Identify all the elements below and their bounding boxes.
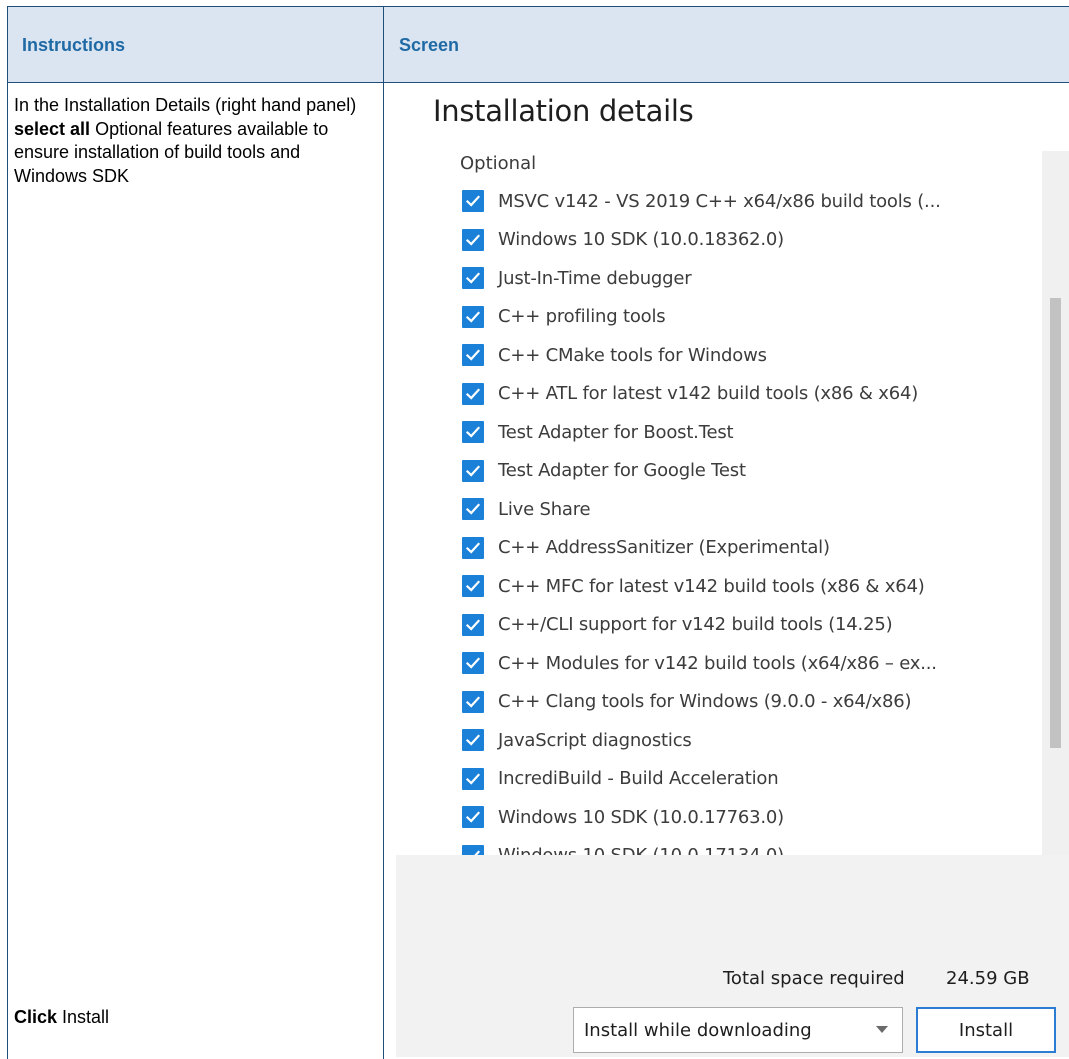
instruction-click-bold: Click bbox=[14, 1007, 58, 1027]
optional-feature-label: C++ Clang tools for Windows (9.0.0 - x64… bbox=[498, 691, 912, 712]
install-mode-label: Install while downloading bbox=[584, 1019, 812, 1041]
optional-feature-label: Windows 10 SDK (10.0.17763.0) bbox=[498, 806, 784, 828]
checkmark-icon[interactable] bbox=[462, 305, 484, 328]
total-space-value: 24.59 GB bbox=[946, 968, 1030, 989]
install-button[interactable]: Install bbox=[916, 1007, 1056, 1053]
optional-feature-label: Windows 10 SDK (10.0.18362.0) bbox=[498, 229, 784, 250]
instruction-step-select-all: In the Installation Details (right hand … bbox=[14, 94, 366, 188]
header-instructions: Instructions bbox=[22, 34, 126, 55]
optional-feature-label: C++ profiling tools bbox=[498, 306, 666, 327]
optional-feature-item[interactable]: IncrediBuild - Build Acceleration bbox=[462, 760, 1042, 798]
checkmark-icon[interactable] bbox=[462, 190, 484, 212]
install-mode-dropdown[interactable]: Install while downloading bbox=[573, 1007, 903, 1053]
checkmark-icon[interactable] bbox=[462, 844, 484, 855]
checkmark-icon[interactable] bbox=[462, 806, 484, 828]
optional-feature-label: C++ CMake tools for Windows bbox=[498, 344, 767, 366]
optional-feature-item[interactable]: JavaScript diagnostics bbox=[462, 721, 1042, 759]
optional-feature-item[interactable]: MSVC v142 - VS 2019 C++ x64/x86 build to… bbox=[462, 182, 1042, 220]
checkmark-icon[interactable] bbox=[462, 613, 484, 636]
optional-feature-item[interactable]: C++ AddressSanitizer (Experimental) bbox=[462, 529, 1042, 567]
optional-feature-item[interactable]: C++ Clang tools for Windows (9.0.0 - x64… bbox=[462, 683, 1042, 721]
optional-feature-item[interactable]: Windows 10 SDK (10.0.18362.0) bbox=[462, 221, 1042, 259]
optional-feature-item[interactable]: Test Adapter for Boost.Test bbox=[462, 413, 1042, 451]
column-divider bbox=[383, 7, 384, 1059]
optional-feature-label: Just-In-Time debugger bbox=[498, 267, 692, 289]
optional-feature-item[interactable]: C++ CMake tools for Windows bbox=[462, 336, 1042, 374]
optional-features-list: Optional MSVC v142 - VS 2019 C++ x64/x86… bbox=[396, 150, 1069, 855]
optional-feature-item[interactable]: Windows 10 SDK (10.0.17134.0) bbox=[462, 837, 1042, 855]
optional-feature-item[interactable]: Just-In-Time debugger bbox=[462, 259, 1042, 297]
checkmark-icon[interactable] bbox=[462, 267, 484, 289]
optional-feature-label: MSVC v142 - VS 2019 C++ x64/x86 build to… bbox=[498, 190, 941, 212]
checkmark-icon[interactable] bbox=[462, 228, 484, 251]
checkmark-icon[interactable] bbox=[462, 575, 484, 597]
optional-feature-label: Windows 10 SDK (10.0.17134.0) bbox=[498, 845, 784, 855]
checkmark-icon[interactable] bbox=[462, 536, 484, 559]
checkmark-icon[interactable] bbox=[462, 652, 484, 674]
page-title: Installation details bbox=[433, 94, 694, 128]
instruction-click-text: Install bbox=[57, 1007, 110, 1027]
optional-feature-label: C++ AddressSanitizer (Experimental) bbox=[498, 537, 830, 558]
instruction-text-bold: select all bbox=[14, 118, 91, 139]
optional-feature-item[interactable]: C++ MFC for latest v142 build tools (x86… bbox=[462, 567, 1042, 605]
table-header: Instructions Screen bbox=[8, 7, 1069, 83]
optional-feature-label: C++/CLI support for v142 build tools (14… bbox=[498, 614, 893, 635]
optional-feature-item[interactable]: C++ ATL for latest v142 build tools (x86… bbox=[462, 375, 1042, 413]
scrollbar-thumb[interactable] bbox=[1050, 298, 1061, 748]
section-label-optional: Optional bbox=[460, 153, 537, 174]
optional-feature-item[interactable]: Test Adapter for Google Test bbox=[462, 452, 1042, 490]
checkmark-icon[interactable] bbox=[462, 459, 484, 482]
optional-feature-label: Live Share bbox=[498, 498, 591, 520]
instruction-step-click-install: Click Install bbox=[14, 1006, 366, 1029]
checkmark-icon[interactable] bbox=[462, 498, 484, 520]
total-space-label: Total space required bbox=[723, 968, 905, 989]
installer-footer: Total space required 24.59 GB Install wh… bbox=[396, 855, 1069, 1057]
optional-feature-item[interactable]: C++/CLI support for v142 build tools (14… bbox=[462, 606, 1042, 644]
checkmark-icon[interactable] bbox=[462, 690, 484, 713]
optional-feature-label: C++ MFC for latest v142 build tools (x86… bbox=[498, 575, 925, 597]
optional-feature-label: C++ ATL for latest v142 build tools (x86… bbox=[498, 383, 919, 404]
header-screen: Screen bbox=[399, 34, 460, 55]
checkmark-icon[interactable] bbox=[462, 344, 484, 366]
checkmark-icon[interactable] bbox=[462, 729, 484, 751]
installer-screenshot: Installation details Optional MSVC v142 … bbox=[396, 90, 1069, 1057]
optional-feature-item[interactable]: C++ Modules for v142 build tools (x64/x8… bbox=[462, 644, 1042, 682]
instruction-text-pre: In the Installation Details (right hand … bbox=[14, 95, 357, 115]
optional-feature-label: Test Adapter for Boost.Test bbox=[498, 421, 734, 443]
optional-feature-item[interactable]: C++ profiling tools bbox=[462, 298, 1042, 336]
optional-feature-label: Test Adapter for Google Test bbox=[498, 460, 746, 481]
optional-feature-item[interactable]: Live Share bbox=[462, 490, 1042, 528]
checkmark-icon[interactable] bbox=[462, 421, 484, 443]
checkmark-icon[interactable] bbox=[462, 382, 484, 405]
checkmark-icon[interactable] bbox=[462, 767, 484, 790]
optional-feature-item[interactable]: Windows 10 SDK (10.0.17763.0) bbox=[462, 798, 1042, 836]
optional-feature-label: JavaScript diagnostics bbox=[498, 729, 692, 751]
optional-feature-label: IncrediBuild - Build Acceleration bbox=[498, 768, 779, 789]
chevron-down-icon bbox=[876, 1026, 888, 1033]
optional-feature-label: C++ Modules for v142 build tools (x64/x8… bbox=[498, 652, 937, 674]
